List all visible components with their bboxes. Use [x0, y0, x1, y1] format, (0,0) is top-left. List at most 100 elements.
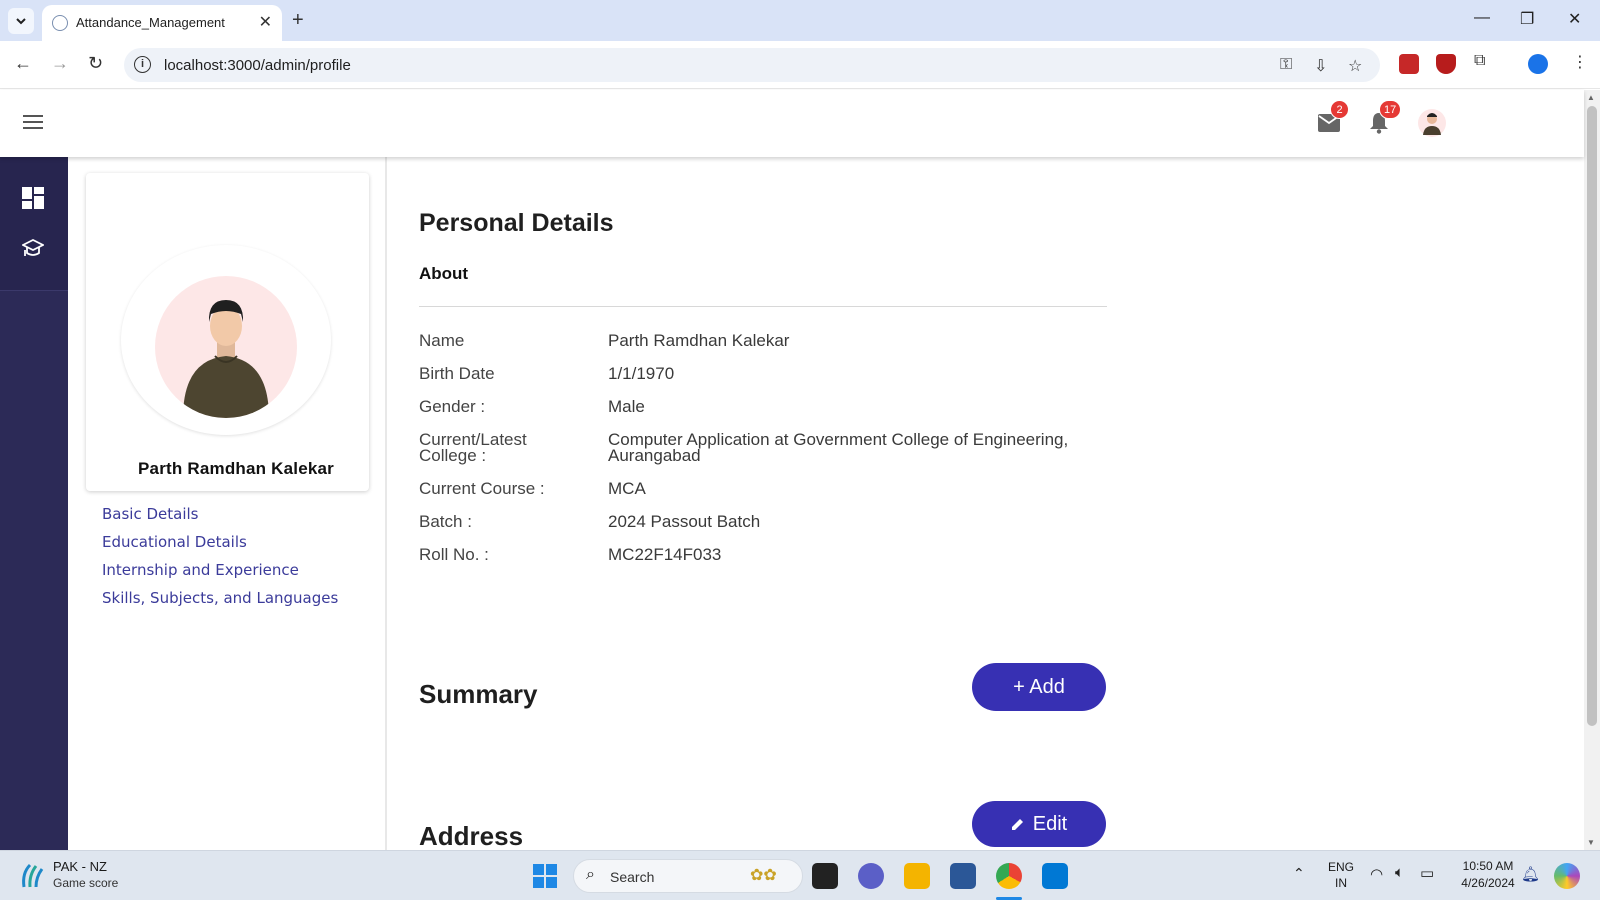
dashboard-icon[interactable] — [22, 187, 46, 211]
task-view-icon[interactable] — [812, 863, 838, 889]
extensions-puzzle-icon[interactable]: ⧉ — [1474, 52, 1485, 70]
browser-tab-bar: Attandance_Management ✕ + — ❐ ✕ — [0, 0, 1600, 41]
detail-value: Male — [608, 397, 645, 416]
detail-label: Roll No. : — [419, 545, 489, 564]
minimize-icon[interactable]: — — [1474, 9, 1490, 27]
language-region[interactable]: IN — [1326, 876, 1356, 890]
main-content: Personal Details About Name Parth Ramdha… — [389, 157, 1584, 851]
url-text[interactable]: localhost:3000/admin/profile — [164, 57, 351, 74]
detail-value: MCA — [608, 479, 646, 498]
address-title: Address — [419, 821, 524, 851]
nav-rail — [0, 157, 68, 850]
browser-menu-icon[interactable]: ⋮ — [1572, 52, 1588, 72]
wifi-icon[interactable]: ◠ — [1370, 865, 1383, 883]
new-tab-icon[interactable]: + — [292, 9, 304, 32]
extension-red-icon[interactable] — [1399, 54, 1419, 74]
scroll-thumb[interactable] — [1587, 106, 1597, 726]
notification-center-icon[interactable]: 🔔︎ — [1521, 865, 1540, 883]
chrome-icon[interactable] — [996, 863, 1022, 889]
detail-label: Current/Latest College : — [419, 430, 527, 465]
password-key-icon[interactable]: ⚿ — [1280, 56, 1292, 74]
profile-section-links: Basic Details Educational Details Intern… — [102, 505, 338, 617]
file-explorer-icon[interactable] — [904, 863, 930, 889]
add-summary-label: + Add — [1013, 675, 1065, 698]
personal-details-title: Personal Details — [419, 209, 614, 237]
install-app-icon[interactable]: ⇩ — [1314, 56, 1327, 76]
edit-address-button[interactable]: Edit — [972, 801, 1106, 847]
battery-icon[interactable]: ▭ — [1420, 864, 1434, 882]
link-skills-subjects-languages[interactable]: Skills, Subjects, and Languages — [102, 589, 338, 608]
about-heading: About — [419, 264, 469, 283]
favicon-icon — [52, 15, 68, 31]
language-code[interactable]: ENG — [1326, 860, 1356, 874]
avatar-frame — [121, 245, 331, 435]
bookmark-star-icon[interactable]: ☆ — [1348, 56, 1362, 76]
window-close-icon[interactable]: ✕ — [1568, 9, 1581, 29]
cricket-widget-icon[interactable] — [20, 863, 46, 889]
scroll-down-icon[interactable]: ▼ — [1587, 838, 1595, 847]
restore-icon[interactable]: ❐ — [1520, 9, 1534, 29]
volume-icon[interactable]: 🔈︎ — [1395, 864, 1404, 881]
mail-button[interactable]: 2 — [1318, 100, 1349, 137]
search-icon: ⌕ — [586, 866, 595, 883]
copilot-icon[interactable] — [1554, 863, 1580, 889]
link-educational-details[interactable]: Educational Details — [102, 533, 338, 552]
browser-toolbar: ← → ↻ i localhost:3000/admin/profile ⚿ ⇩… — [0, 41, 1600, 89]
graduation-cap-icon[interactable] — [20, 238, 46, 262]
profile-avatar — [155, 276, 297, 418]
about-divider — [419, 306, 1107, 307]
taskbar-search-label: Search — [610, 869, 655, 885]
ublock-icon[interactable] — [1436, 54, 1456, 74]
mail-badge: 2 — [1330, 100, 1349, 119]
windows-start-icon[interactable] — [533, 864, 557, 888]
taskbar-search[interactable]: ⌕ Search ✿✿ — [573, 859, 803, 893]
profile-card: Parth Ramdhan Kalekar — [86, 173, 369, 491]
detail-value: Computer Application at Government Colle… — [608, 430, 1069, 465]
hamburger-menu-icon[interactable] — [23, 115, 43, 129]
detail-label: Gender : — [419, 397, 486, 416]
detail-value: 1/1/1970 — [608, 364, 675, 383]
clock-date[interactable]: 4/26/2024 — [1450, 876, 1526, 890]
add-summary-button[interactable]: + Add — [972, 663, 1106, 711]
nav-rail-top — [0, 157, 68, 291]
link-internship-experience[interactable]: Internship and Experience — [102, 561, 338, 580]
user-avatar-button[interactable] — [1418, 108, 1446, 143]
notifications-button[interactable]: 17 — [1369, 100, 1402, 139]
browser-tab[interactable]: Attandance_Management ✕ — [42, 5, 282, 41]
app-header: 2 17 — [0, 90, 1584, 157]
link-basic-details[interactable]: Basic Details — [102, 505, 338, 524]
back-icon[interactable]: ← — [14, 53, 32, 74]
reload-icon[interactable]: ↻ — [88, 53, 103, 74]
chevron-up-icon[interactable]: ⌃ — [1293, 865, 1305, 882]
tab-search-button[interactable] — [8, 8, 34, 34]
widget-subtitle[interactable]: Game score — [53, 876, 118, 890]
search-highlight-icon: ✿✿ — [750, 867, 777, 884]
person-illustration-icon — [183, 300, 269, 418]
tab-close-icon[interactable]: ✕ — [259, 12, 272, 32]
chevron-down-icon — [16, 18, 26, 25]
pencil-icon — [1011, 819, 1023, 830]
site-info-icon[interactable]: i — [134, 56, 151, 73]
detail-label: Birth Date — [419, 364, 495, 383]
detail-value: 2024 Passout Batch — [608, 512, 761, 531]
address-bar[interactable]: i localhost:3000/admin/profile ⚿ ⇩ ☆ — [124, 48, 1380, 82]
detail-label: Batch : — [419, 512, 472, 531]
profile-name: Parth Ramdhan Kalekar — [138, 459, 334, 478]
notification-badge: 17 — [1379, 100, 1402, 119]
detail-label: Current Course : — [419, 479, 545, 498]
page-scrollbar[interactable]: ▲ ▼ — [1584, 90, 1600, 850]
clock-time[interactable]: 10:50 AM — [1450, 859, 1526, 873]
profile-sidebar: Parth Ramdhan Kalekar Basic Details Educ… — [68, 157, 387, 850]
tab-title: Attandance_Management — [76, 15, 225, 30]
scroll-up-icon[interactable]: ▲ — [1587, 93, 1595, 102]
vscode-icon[interactable] — [1042, 863, 1068, 889]
edit-address-label: Edit — [1032, 812, 1068, 835]
detail-label: Name — [419, 331, 465, 350]
summary-title: Summary — [419, 679, 538, 709]
widget-title[interactable]: PAK - NZ — [53, 859, 107, 874]
microsoft-store-icon[interactable] — [950, 863, 976, 889]
forward-icon[interactable]: → — [51, 53, 69, 74]
teams-chat-icon[interactable] — [858, 863, 884, 889]
profile-avatar-icon[interactable] — [1528, 54, 1548, 74]
detail-value: MC22F14F033 — [608, 545, 722, 564]
